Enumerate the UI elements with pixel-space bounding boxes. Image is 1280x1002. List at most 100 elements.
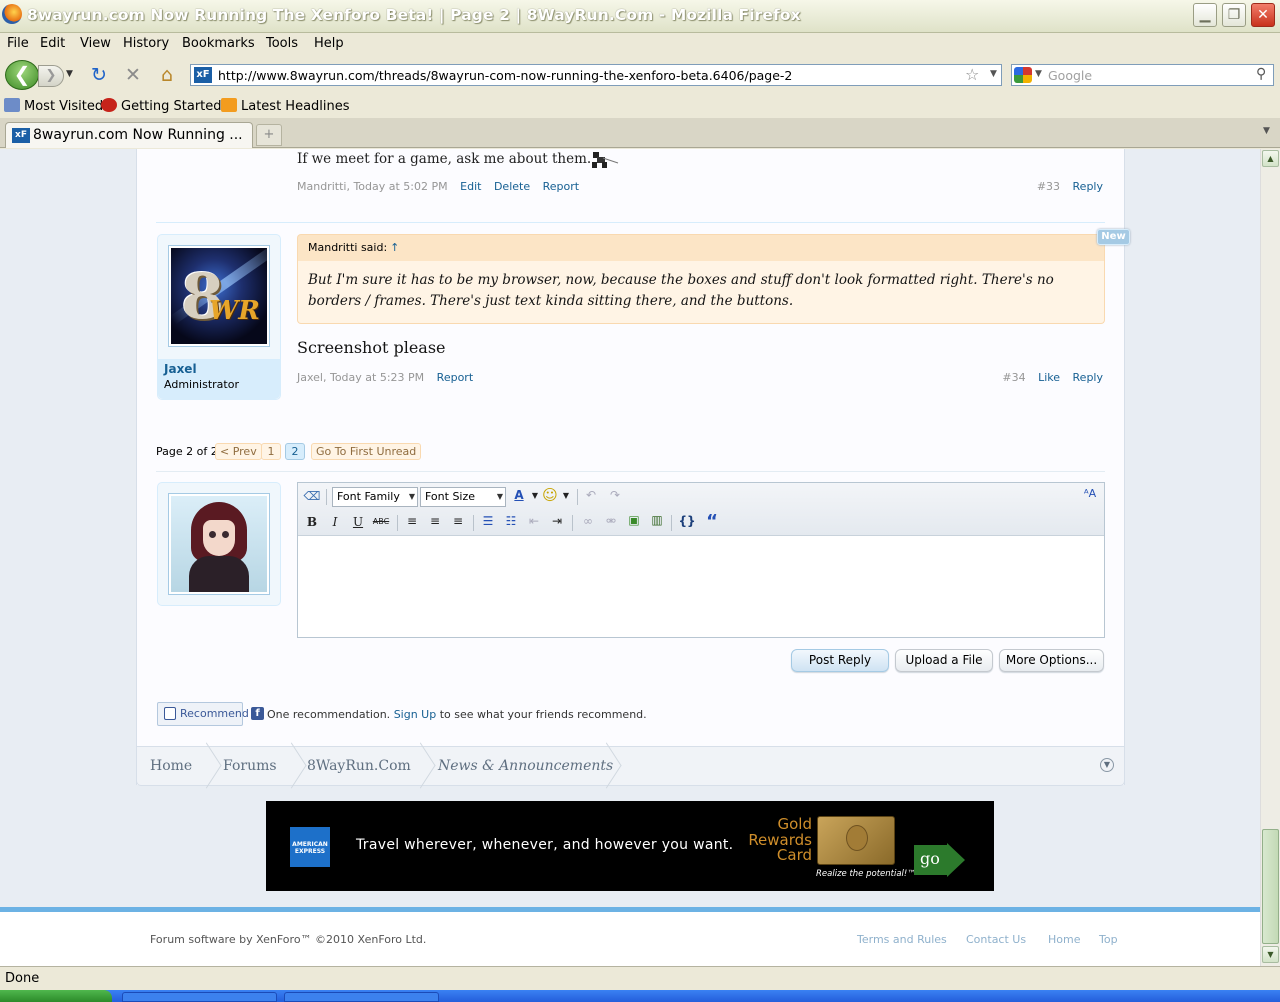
indent-icon[interactable]: ⇥	[548, 514, 566, 528]
url-dropdown-icon[interactable]: ▼	[990, 69, 997, 79]
search-icon[interactable]: ⚲	[1256, 66, 1266, 82]
reply-link[interactable]: Reply	[1073, 371, 1103, 384]
reply-editor[interactable]: ⌫ Font Family ▼ Font Size ▼ A ▼ ☺ ▼ ↶ ↷ ᴬA…	[297, 482, 1105, 638]
maximize-button[interactable]: ❐	[1222, 3, 1246, 27]
italic-button[interactable]: I	[326, 515, 344, 529]
media-icon[interactable]: ▥	[648, 513, 666, 527]
vertical-scrollbar[interactable]: ▲ ▼	[1260, 149, 1280, 966]
breadcrumb-home[interactable]: Home	[150, 758, 192, 774]
home-icon[interactable]: ⌂	[156, 64, 178, 86]
quote-jump-link[interactable]: ↑	[390, 241, 399, 254]
strikethrough-button[interactable]: ABC	[370, 517, 392, 526]
bold-button[interactable]: B	[303, 515, 321, 529]
url-bar[interactable]: xF http://www.8wayrun.com/threads/8wayru…	[190, 64, 1002, 86]
bookmark-latest-headlines[interactable]: Latest Headlines	[221, 98, 350, 114]
menu-tools[interactable]: Tools	[266, 36, 298, 51]
underline-button[interactable]: U	[349, 515, 367, 529]
scroll-down-icon[interactable]: ▼	[1262, 946, 1279, 963]
post-author[interactable]: Jaxel	[297, 371, 323, 384]
outdent-icon[interactable]: ⇤	[525, 514, 543, 528]
bookmark-most-visited[interactable]: Most Visited	[4, 98, 103, 114]
footer-top-link[interactable]: Top	[1099, 933, 1118, 946]
redo-icon[interactable]: ↷	[606, 488, 624, 502]
menu-history[interactable]: History	[123, 36, 169, 51]
menu-help[interactable]: Help	[314, 36, 344, 51]
facebook-recommend-button[interactable]: Recommend	[157, 702, 249, 726]
bookmark-star-icon[interactable]: ☆	[965, 65, 979, 84]
more-options-button[interactable]: More Options...	[999, 649, 1104, 672]
avatar[interactable]: 8 WR	[168, 245, 270, 347]
menu-file[interactable]: File	[7, 36, 29, 51]
search-placeholder[interactable]: Google	[1048, 68, 1092, 83]
footer-home-link[interactable]: Home	[1048, 933, 1080, 946]
font-size-select[interactable]: Font Size ▼	[420, 487, 506, 507]
tab-list-dropdown-icon[interactable]: ▼	[1263, 126, 1270, 136]
back-button[interactable]: ❮	[5, 60, 39, 90]
footer-terms-link[interactable]: Terms and Rules	[857, 933, 947, 946]
breadcrumb-forums[interactable]: Forums	[223, 758, 277, 774]
bullet-list-icon[interactable]: ☰	[479, 514, 497, 528]
font-family-select[interactable]: Font Family ▼	[332, 487, 418, 507]
post-reply-button[interactable]: Post Reply	[791, 649, 889, 672]
breadcrumb-8wayrun[interactable]: 8WayRun.Com	[307, 758, 411, 774]
tab-active[interactable]: xF 8wayrun.com Now Running ...	[5, 122, 253, 148]
post-number[interactable]: #33	[1037, 180, 1060, 193]
breadcrumb-news[interactable]: News & Announcements	[438, 758, 613, 774]
prev-page-button[interactable]: < Prev	[215, 443, 262, 460]
jump-menu-icon[interactable]: ▼	[1100, 758, 1114, 772]
delete-link[interactable]: Delete	[494, 180, 530, 193]
new-tab-button[interactable]: +	[256, 124, 282, 146]
avatar[interactable]	[168, 493, 270, 595]
reply-link[interactable]: Reply	[1073, 180, 1103, 193]
upload-file-button[interactable]: Upload a File	[895, 649, 993, 672]
forward-button[interactable]: ❯	[38, 65, 64, 87]
facebook-signup-link[interactable]: Sign Up	[394, 708, 437, 721]
post-author[interactable]: Mandritti	[297, 180, 346, 193]
stop-icon[interactable]: ✕	[122, 64, 144, 86]
first-unread-button[interactable]: Go To First Unread	[311, 443, 422, 460]
menu-view[interactable]: View	[80, 36, 111, 51]
reload-icon[interactable]: ↻	[88, 64, 110, 86]
footer-contact-link[interactable]: Contact Us	[966, 933, 1026, 946]
ad-tagline: Realize the potential!™	[816, 869, 916, 879]
align-right-icon[interactable]: ≡	[449, 514, 467, 528]
close-window-button[interactable]: ✕	[1251, 3, 1275, 27]
scroll-up-icon[interactable]: ▲	[1262, 150, 1279, 167]
report-link[interactable]: Report	[543, 180, 579, 193]
quote-icon[interactable]: “	[703, 511, 721, 532]
smilie-dropdown-icon[interactable]: ▼	[557, 491, 575, 500]
edit-link[interactable]: Edit	[460, 180, 481, 193]
page-2-current[interactable]: 2	[285, 443, 305, 460]
numbered-list-icon[interactable]: ☷	[502, 514, 520, 528]
ad-go-button[interactable]: go	[914, 843, 966, 877]
menu-bookmarks[interactable]: Bookmarks	[182, 36, 255, 51]
google-engine-icon[interactable]	[1014, 67, 1032, 83]
history-dropdown-icon[interactable]: ▼	[66, 69, 73, 79]
code-icon[interactable]: {}	[678, 514, 696, 528]
scroll-thumb[interactable]	[1262, 829, 1279, 944]
align-center-icon[interactable]: ≡	[426, 514, 444, 528]
taskbar-item-2[interactable]	[284, 992, 439, 1002]
url-text[interactable]: http://www.8wayrun.com/threads/8wayrun-c…	[218, 68, 792, 83]
align-left-icon[interactable]: ≡	[403, 514, 421, 528]
username-link[interactable]: Jaxel	[164, 362, 197, 376]
engine-dropdown-icon[interactable]: ▼	[1035, 69, 1042, 79]
post-controls-33: #33 Reply	[1028, 180, 1103, 193]
report-link[interactable]: Report	[437, 371, 473, 384]
like-link[interactable]: Like	[1038, 371, 1060, 384]
undo-icon[interactable]: ↶	[582, 488, 600, 502]
image-icon[interactable]: ▣	[625, 513, 643, 527]
remove-format-icon[interactable]: ⌫	[303, 489, 321, 503]
menu-edit[interactable]: Edit	[40, 36, 65, 51]
advertisement-banner[interactable]: AMERICAN EXPRESS Travel wherever, whenev…	[266, 801, 994, 891]
post-number[interactable]: #34	[1002, 371, 1025, 384]
start-button[interactable]	[0, 990, 112, 1002]
page-1-link[interactable]: 1	[261, 443, 281, 460]
unlink-icon[interactable]: ⚮	[602, 514, 620, 528]
taskbar-item-firefox[interactable]	[122, 992, 277, 1002]
minimize-button[interactable]: ▁	[1193, 3, 1217, 27]
toggle-source-icon[interactable]: ᴬA	[1081, 487, 1099, 500]
search-bar[interactable]: ▼ Google ⚲	[1011, 64, 1274, 86]
link-icon[interactable]: ∞	[579, 514, 597, 528]
bookmark-getting-started[interactable]: Getting Started	[101, 98, 222, 114]
